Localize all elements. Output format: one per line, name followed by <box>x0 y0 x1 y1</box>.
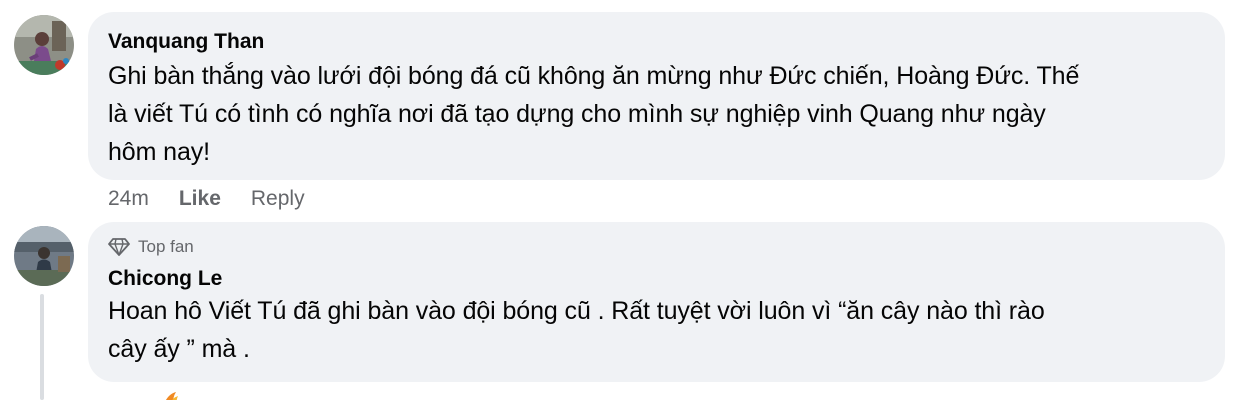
thread-line <box>40 294 44 400</box>
comment-author[interactable]: Vanquang Than <box>108 29 1205 55</box>
reaction-icon <box>165 392 178 400</box>
comment-text-line: hôm nay! <box>108 138 211 166</box>
comment-timestamp[interactable]: 24m <box>108 187 149 211</box>
comment-text-line: cây ấy ” mà . <box>108 335 250 363</box>
reply-button[interactable]: Reply <box>251 187 305 211</box>
badge-label: Top fan <box>138 237 194 256</box>
comment-bubble: Top fan Chicong Le Hoan hô Viết Tú đã gh… <box>88 222 1225 382</box>
user-photo-icon <box>14 226 74 286</box>
diamond-icon <box>108 238 130 256</box>
comments-section: Vanquang Than Ghi bàn thắng vào lưới đội… <box>0 0 1246 400</box>
comment-text-line: là viết Tú có tình có nghĩa nơi đã tạo d… <box>108 100 1046 128</box>
comment-author[interactable]: Chicong Le <box>108 266 1205 292</box>
comment-text-line: Ghi bàn thắng vào lưới đội bóng đá cũ kh… <box>108 62 1080 90</box>
comment-bubble: Vanquang Than Ghi bàn thắng vào lưới đội… <box>88 12 1225 180</box>
user-photo-icon <box>14 15 74 75</box>
comment-actions: 24m Like Reply <box>108 185 335 213</box>
top-fan-badge[interactable]: Top fan <box>108 236 1205 258</box>
comment-text-line: Hoan hô Viết Tú đã ghi bàn vào đội bóng … <box>108 297 1045 325</box>
like-button[interactable]: Like <box>179 187 221 211</box>
avatar[interactable] <box>14 226 74 286</box>
avatar[interactable] <box>14 15 74 75</box>
